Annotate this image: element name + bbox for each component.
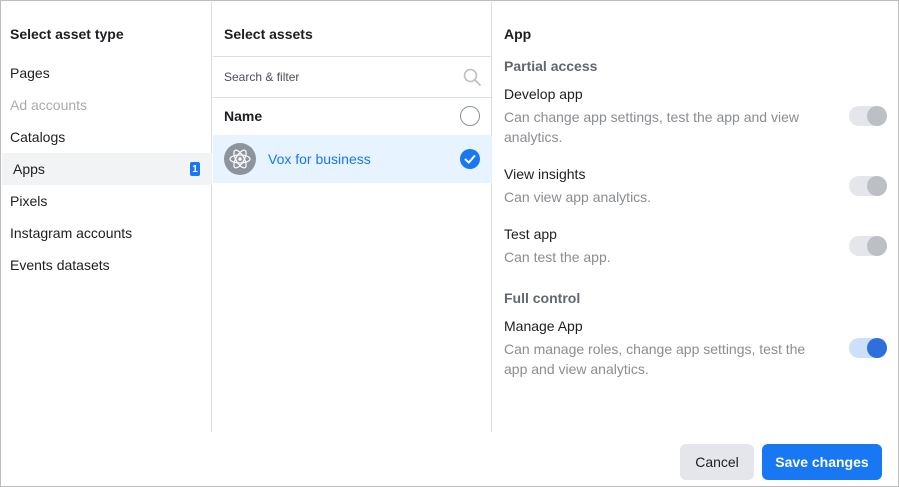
toggle-knob: [867, 338, 887, 358]
asset-type-label: Ad accounts: [10, 97, 88, 113]
asset-permissions-dialog: Select asset type Pages Ad accounts Cata…: [0, 0, 899, 487]
search-icon[interactable]: [462, 67, 482, 87]
view-insights-toggle[interactable]: [849, 176, 887, 196]
asset-name: Vox for business: [268, 151, 371, 167]
selected-count-badge: 1: [190, 162, 200, 176]
asset-type-column: Select asset type Pages Ad accounts Cata…: [2, 2, 212, 432]
select-all-radio[interactable]: [460, 106, 480, 126]
assets-column: Select assets Name: [213, 2, 492, 432]
name-column-header: Name: [224, 108, 263, 124]
permission-title: Test app: [504, 226, 557, 242]
assets-title: Select assets: [224, 26, 313, 42]
asset-type-catalogs[interactable]: Catalogs: [2, 121, 212, 153]
name-header-row: Name: [213, 98, 492, 134]
asset-type-pages[interactable]: Pages: [2, 57, 212, 89]
permission-description: Can change app settings, test the app an…: [504, 109, 799, 145]
search-bar: [213, 56, 492, 98]
manage-app-toggle[interactable]: [849, 338, 887, 358]
permission-title: View insights: [504, 166, 586, 182]
atom-icon: [224, 143, 256, 175]
checkmark-icon[interactable]: [460, 149, 480, 169]
search-input[interactable]: [224, 65, 454, 89]
toggle-knob: [867, 106, 887, 126]
full-control-heading: Full control: [504, 290, 581, 306]
develop-app-toggle[interactable]: [849, 106, 887, 126]
partial-access-heading: Partial access: [504, 58, 598, 74]
asset-row[interactable]: Vox for business: [213, 135, 492, 183]
asset-type-label: Apps: [13, 161, 45, 177]
asset-type-label: Catalogs: [10, 129, 66, 145]
asset-type-instagram-accounts[interactable]: Instagram accounts: [2, 217, 212, 249]
asset-type-ad-accounts: Ad accounts: [2, 89, 212, 121]
asset-type-label: Events datasets: [10, 257, 110, 273]
asset-type-pixels[interactable]: Pixels: [2, 185, 212, 217]
cancel-button[interactable]: Cancel: [680, 444, 754, 480]
asset-type-label: Pixels: [10, 193, 48, 209]
test-app-toggle[interactable]: [849, 236, 887, 256]
asset-type-label: Instagram accounts: [10, 225, 133, 241]
asset-type-title: Select asset type: [10, 26, 124, 42]
toggle-knob: [867, 236, 887, 256]
permission-title: Develop app: [504, 86, 583, 102]
toggle-knob: [867, 176, 887, 196]
permission-description: Can test the app.: [504, 249, 611, 265]
asset-type-label: Pages: [10, 65, 50, 81]
permission-description: Can view app analytics.: [504, 189, 652, 205]
permissions-column: App Partial access Develop app Can chang…: [493, 2, 899, 432]
asset-type-events-datasets[interactable]: Events datasets: [2, 249, 212, 281]
save-changes-button[interactable]: Save changes: [762, 444, 882, 480]
asset-type-apps[interactable]: Apps 1: [2, 153, 212, 185]
permission-description: Can manage roles, change app settings, t…: [504, 341, 806, 377]
permissions-title: App: [504, 26, 532, 42]
permission-title: Manage App: [504, 318, 583, 334]
